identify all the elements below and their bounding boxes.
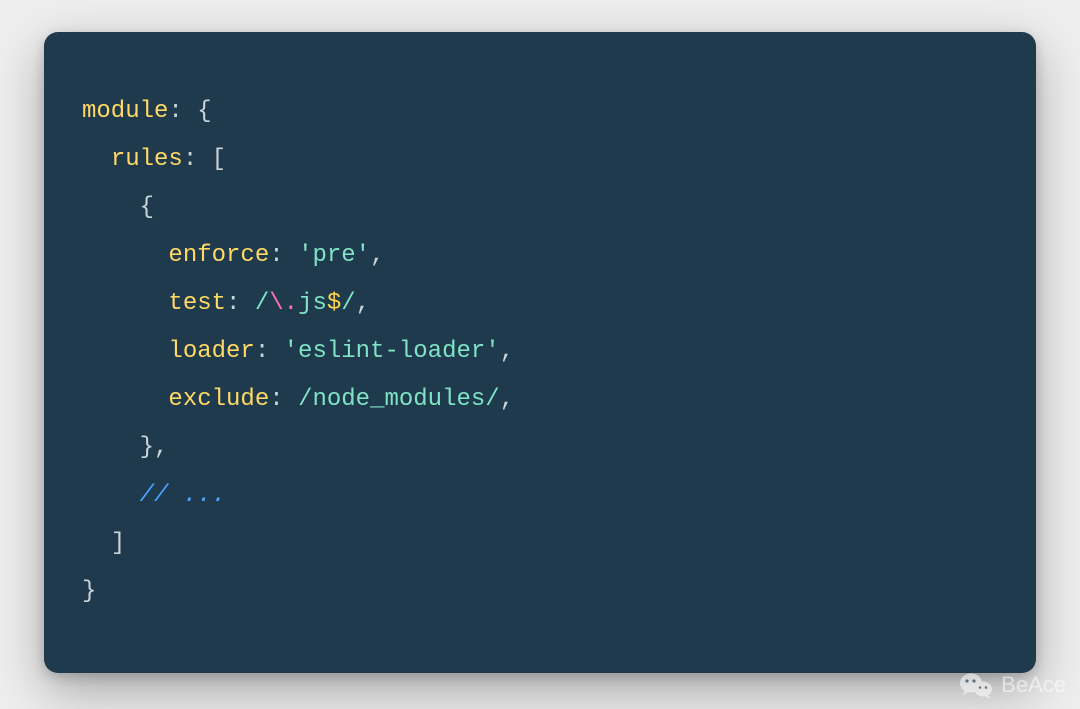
code-token: : — [226, 290, 255, 317]
code-token: / — [341, 290, 355, 317]
code-token: , — [356, 290, 370, 317]
code-token: { — [140, 194, 154, 221]
code-token: 'eslint-loader' — [284, 338, 500, 365]
code-token: : { — [168, 98, 211, 125]
code-token: 'pre' — [298, 242, 370, 269]
code-token: exclude — [168, 386, 269, 413]
code-token: : — [255, 338, 284, 365]
code-token: test — [168, 290, 226, 317]
watermark-label: BeAce — [1001, 672, 1066, 698]
code-snippet-card: module: { rules: [ { enforce: 'pre', tes… — [44, 32, 1036, 673]
code-token: : — [269, 386, 298, 413]
code-token: }, — [140, 434, 169, 461]
code-token: rules — [111, 146, 183, 173]
code-token: loader — [168, 338, 254, 365]
code-token: \. — [269, 290, 298, 317]
wechat-icon — [959, 671, 993, 699]
code-token: : [ — [183, 146, 226, 173]
code-token: $ — [327, 290, 341, 317]
code-token: , — [370, 242, 384, 269]
code-token: , — [500, 338, 514, 365]
watermark: BeAce — [959, 671, 1066, 699]
code-token: js — [298, 290, 327, 317]
code-block: module: { rules: [ { enforce: 'pre', tes… — [82, 88, 998, 616]
code-token: enforce — [168, 242, 269, 269]
code-token: , — [500, 386, 514, 413]
code-token: // ... — [140, 482, 226, 509]
code-token: } — [82, 578, 96, 605]
code-token: : — [269, 242, 298, 269]
code-token: module — [82, 98, 168, 125]
code-token: /node_modules/ — [298, 386, 500, 413]
code-token: ] — [111, 530, 125, 557]
code-token: / — [255, 290, 269, 317]
